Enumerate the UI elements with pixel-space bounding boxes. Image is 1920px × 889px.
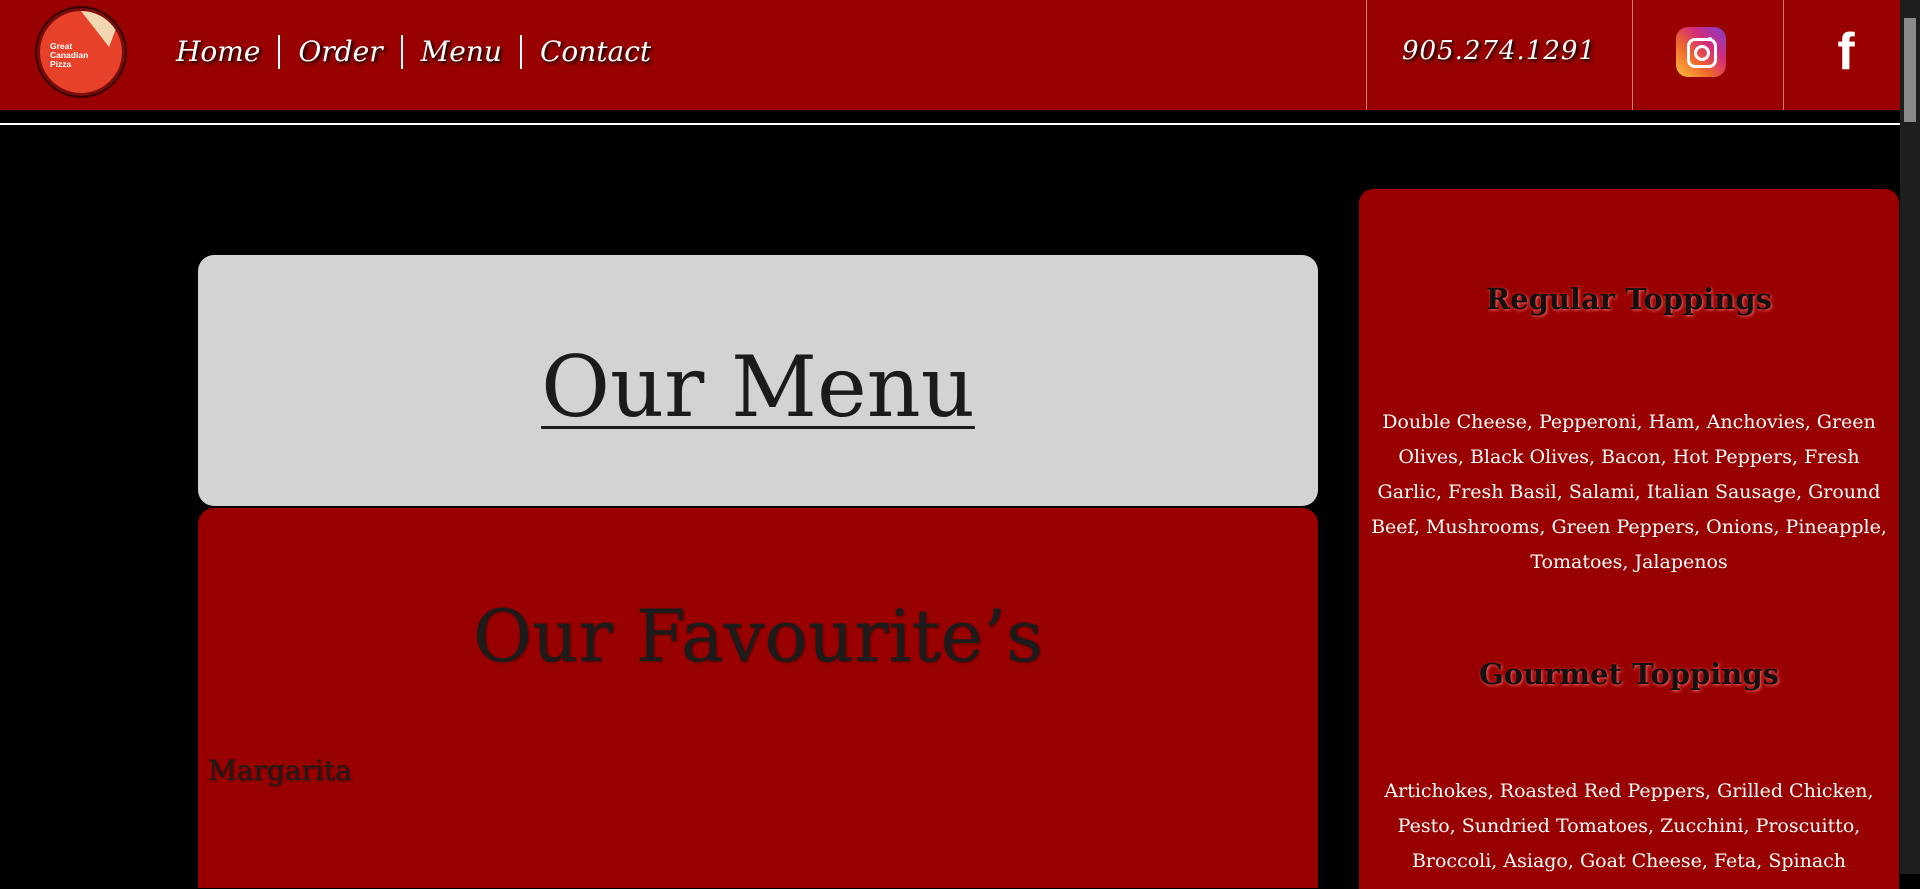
- instagram-icon[interactable]: [1676, 27, 1726, 77]
- logo-text: Great Canadian Pizza: [50, 41, 89, 69]
- scrollbar[interactable]: [1900, 0, 1920, 874]
- gourmet-toppings-heading: Gourmet Toppings: [1479, 657, 1779, 691]
- header-rule: [0, 123, 1900, 125]
- page-title-text: Our Menu: [541, 338, 975, 436]
- favourites-title: Our Favourite’s: [473, 594, 1043, 678]
- favourites-panel: Our Favourite’s Margarita: [198, 508, 1318, 888]
- page-title: Our Menu: [198, 341, 1318, 433]
- nav-menu[interactable]: Menu: [403, 34, 520, 70]
- menu-item: Margarita: [208, 754, 352, 787]
- site-header: Great Canadian Pizza Home Order Menu Con…: [0, 0, 1900, 110]
- nav-home[interactable]: Home: [176, 34, 278, 70]
- instagram-flash: [1708, 37, 1712, 41]
- nav-contact[interactable]: Contact: [522, 34, 669, 70]
- phone-number[interactable]: 905.274.1291: [1366, 36, 1632, 66]
- logo[interactable]: Great Canadian Pizza: [40, 11, 122, 93]
- facebook-icon[interactable]: f: [1826, 24, 1866, 80]
- header-divider: [1632, 0, 1633, 110]
- main-nav: Home Order Menu Contact: [176, 32, 669, 72]
- nav-order[interactable]: Order: [280, 34, 400, 70]
- toppings-sidebar: Regular Toppings Double Cheese, Pepperon…: [1359, 189, 1899, 889]
- regular-toppings-list: Double Cheese, Pepperoni, Ham, Anchovies…: [1371, 411, 1887, 573]
- instagram-lens: [1694, 45, 1710, 61]
- regular-toppings-heading: Regular Toppings: [1486, 282, 1772, 316]
- gourmet-toppings-list: Artichokes, Roasted Red Peppers, Grilled…: [1384, 780, 1874, 872]
- header-divider: [1783, 0, 1784, 110]
- scrollbar-thumb[interactable]: [1904, 18, 1916, 122]
- menu-title-panel: Our Menu: [198, 255, 1318, 506]
